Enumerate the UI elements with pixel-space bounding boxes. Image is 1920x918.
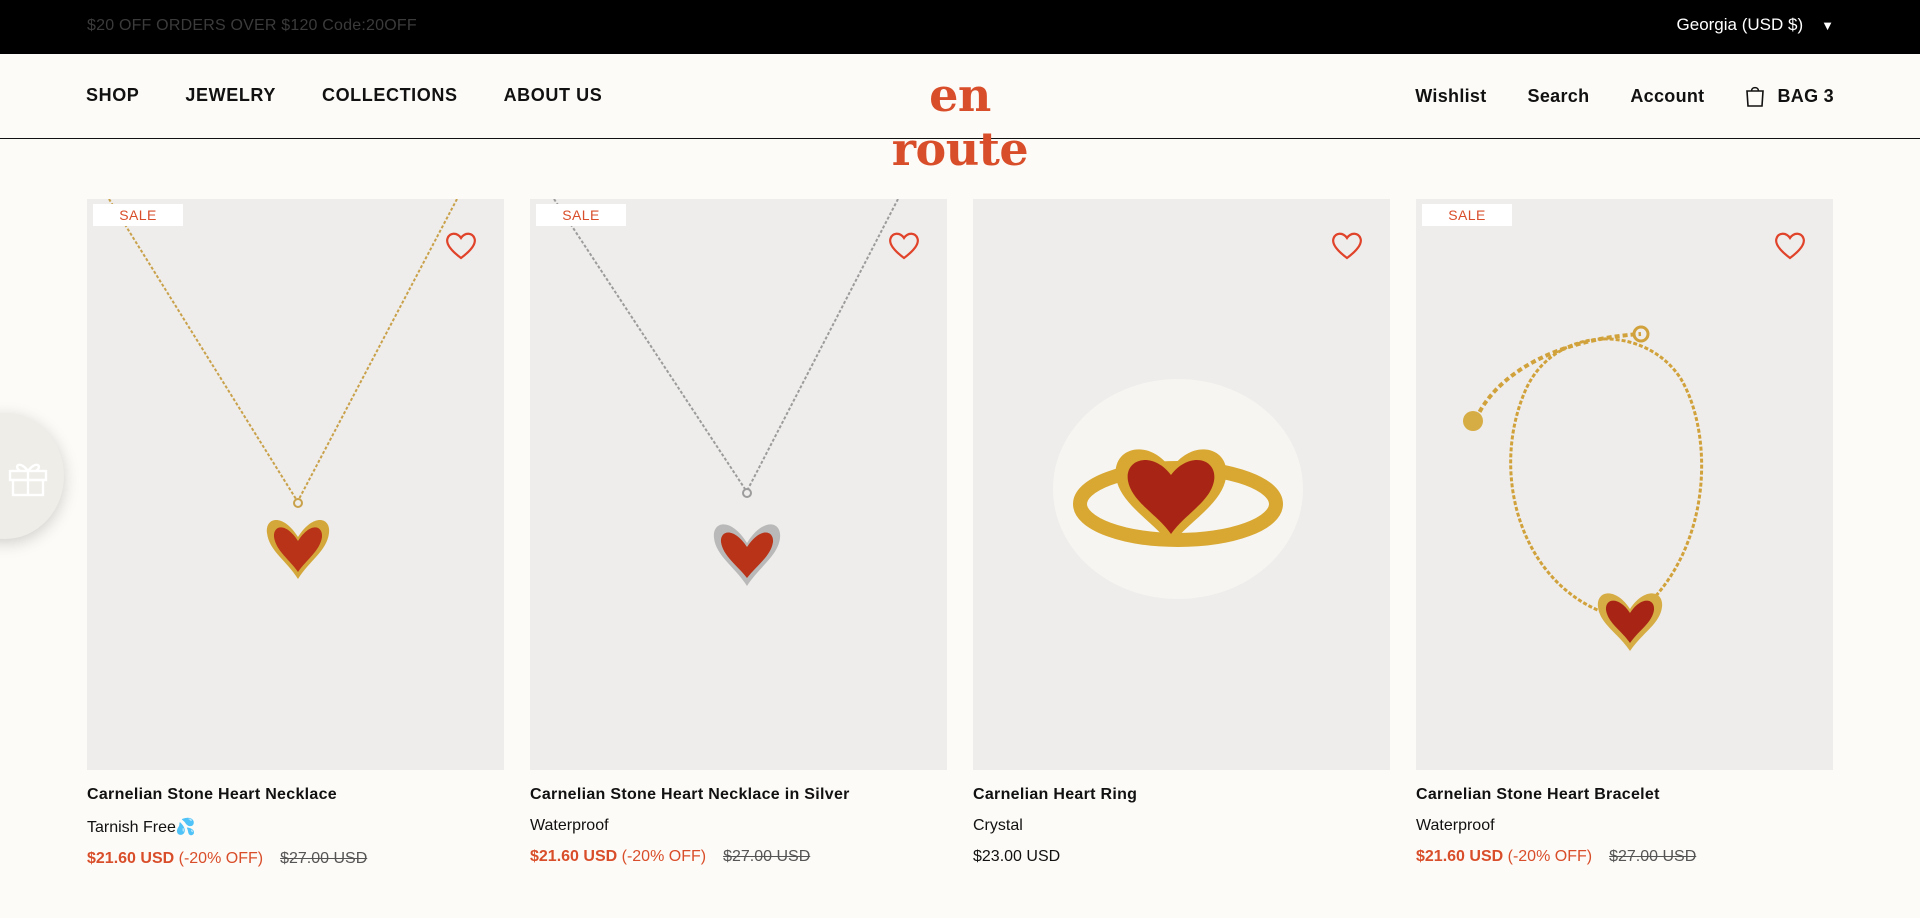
- sale-badge: SALE: [93, 204, 183, 226]
- region-label: Georgia (USD $): [1676, 15, 1804, 34]
- price-row: $21.60 USD (-20% OFF) $27.00 USD: [1416, 848, 1833, 866]
- brand-logo[interactable]: en route: [855, 68, 1065, 176]
- original-price: $27.00 USD: [1609, 848, 1697, 865]
- bag-label: BAG 3: [1777, 85, 1834, 106]
- sale-price: $21.60 USD: [1416, 848, 1504, 865]
- silver-heart-necklace-image: [553, 199, 899, 586]
- product-card[interactable]: SALE Carnelian Stone Heart Necklace in S…: [530, 199, 947, 868]
- heart-bracelet-image: [1463, 325, 1704, 651]
- nav-about-us[interactable]: ABOUT US: [504, 85, 603, 106]
- discount-label: (-20% OFF): [178, 850, 264, 867]
- product-title[interactable]: Carnelian Stone Heart Bracelet: [1416, 786, 1833, 804]
- product-title[interactable]: Carnelian Stone Heart Necklace in Silver: [530, 786, 947, 804]
- product-subtitle: Crystal: [973, 817, 1023, 834]
- account-nav: Wishlist Search Account BAG 3: [1415, 85, 1834, 107]
- price: $23.00 USD: [973, 848, 1061, 865]
- gift-icon: [8, 463, 48, 497]
- product-image[interactable]: SALE: [530, 199, 947, 770]
- nav-jewelry[interactable]: JEWELRY: [185, 85, 276, 106]
- heart-ring-image: [1053, 379, 1303, 599]
- original-price: $27.00 USD: [723, 848, 811, 865]
- product-card[interactable]: Carnelian Heart Ring Crystal $23.00 USD: [973, 199, 1390, 868]
- price-row: $21.60 USD (-20% OFF) $27.00 USD: [530, 848, 947, 866]
- nav-shop[interactable]: SHOP: [86, 85, 139, 106]
- search-link[interactable]: Search: [1528, 86, 1590, 107]
- account-link[interactable]: Account: [1630, 86, 1704, 107]
- product-card[interactable]: SALE Carnelian Stone Heart Bracelet Wate…: [1416, 199, 1833, 868]
- heart-outline-icon[interactable]: [1330, 229, 1364, 263]
- primary-nav: SHOP JEWELRY COLLECTIONS ABOUT US: [86, 85, 602, 106]
- product-subtitle: Tarnish Free💦: [87, 819, 196, 836]
- sale-price-group: $21.60 USD (-20% OFF): [1416, 848, 1592, 866]
- shopping-bag-icon: [1746, 86, 1765, 107]
- nav-collections[interactable]: COLLECTIONS: [322, 85, 458, 106]
- product-title[interactable]: Carnelian Stone Heart Necklace: [87, 786, 504, 804]
- product-subtitle: Waterproof: [530, 817, 609, 834]
- product-title[interactable]: Carnelian Heart Ring: [973, 786, 1390, 804]
- sale-price-group: $21.60 USD (-20% OFF): [87, 850, 263, 868]
- main-navigation: SHOP JEWELRY COLLECTIONS ABOUT US en rou…: [0, 54, 1920, 176]
- price-row: $23.00 USD: [973, 848, 1390, 866]
- product-image[interactable]: SALE: [87, 199, 504, 770]
- promo-text: $20 OFF ORDERS OVER $120 Code:20OFF: [87, 17, 417, 34]
- original-price: $27.00 USD: [280, 850, 368, 867]
- product-image[interactable]: SALE: [1416, 199, 1833, 770]
- rewards-launcher[interactable]: [0, 413, 64, 539]
- product-card[interactable]: SALE Carnelian Stone Heart Necklace Tarn…: [87, 199, 504, 868]
- bag-link[interactable]: BAG 3: [1745, 85, 1834, 107]
- sale-price: $21.60 USD: [87, 850, 175, 867]
- sale-price-group: $21.60 USD (-20% OFF): [530, 848, 706, 866]
- wishlist-link[interactable]: Wishlist: [1415, 86, 1486, 107]
- sale-price: $21.60 USD: [530, 848, 618, 865]
- chevron-down-icon: ▼: [1821, 17, 1834, 33]
- gold-heart-necklace-image: [108, 199, 458, 579]
- price-row: $21.60 USD (-20% OFF) $27.00 USD: [87, 850, 504, 868]
- discount-label: (-20% OFF): [1507, 848, 1593, 865]
- sale-badge: SALE: [536, 204, 626, 226]
- heart-outline-icon[interactable]: [1773, 229, 1807, 263]
- product-grid: SALE Carnelian Stone Heart Necklace Tarn…: [87, 199, 1833, 868]
- sale-badge: SALE: [1422, 204, 1512, 226]
- heart-outline-icon[interactable]: [887, 229, 921, 263]
- region-selector[interactable]: Georgia (USD $) ▼: [1677, 15, 1834, 35]
- heart-outline-icon[interactable]: [444, 229, 478, 263]
- product-subtitle: Waterproof: [1416, 817, 1495, 834]
- announcement-bar: $20 OFF ORDERS OVER $120 Code:20OFF Geor…: [0, 0, 1920, 54]
- discount-label: (-20% OFF): [621, 848, 707, 865]
- product-image[interactable]: [973, 199, 1390, 770]
